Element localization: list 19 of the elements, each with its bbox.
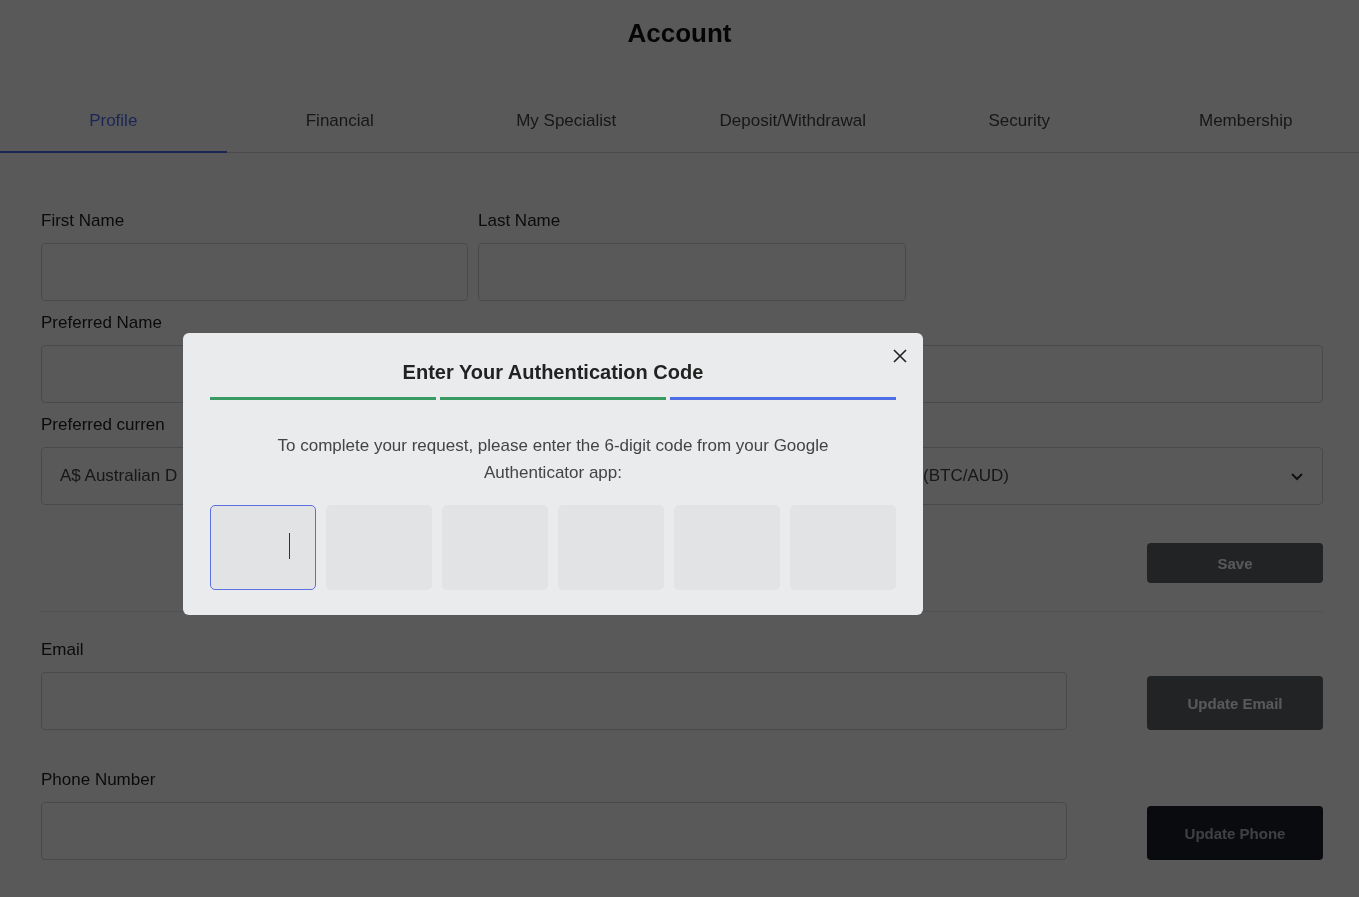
tab[interactable]: My Specialist — [453, 93, 680, 153]
chevron-down-icon — [1290, 471, 1304, 481]
text-caret — [289, 533, 290, 559]
modal-title: Enter Your Authentication Code — [401, 361, 705, 384]
field-label: Email — [41, 640, 85, 660]
field-label: Preferred Name — [41, 313, 163, 333]
close-button[interactable] — [891, 347, 909, 365]
page-title: Account — [626, 17, 733, 49]
tab[interactable]: Deposit/Withdrawal — [679, 93, 906, 153]
tab[interactable]: Profile — [0, 93, 227, 153]
tab[interactable]: Financial — [226, 93, 453, 153]
close-icon — [893, 349, 907, 363]
field-label: Last Name — [478, 211, 562, 231]
field-label: Phone Number — [41, 770, 157, 790]
tab[interactable]: Membership — [1132, 93, 1359, 153]
field-label: Preferred curren — [41, 415, 166, 435]
tab[interactable]: Security — [906, 93, 1133, 153]
code-digit-field[interactable] — [210, 505, 316, 590]
field-label: First Name — [41, 211, 126, 231]
